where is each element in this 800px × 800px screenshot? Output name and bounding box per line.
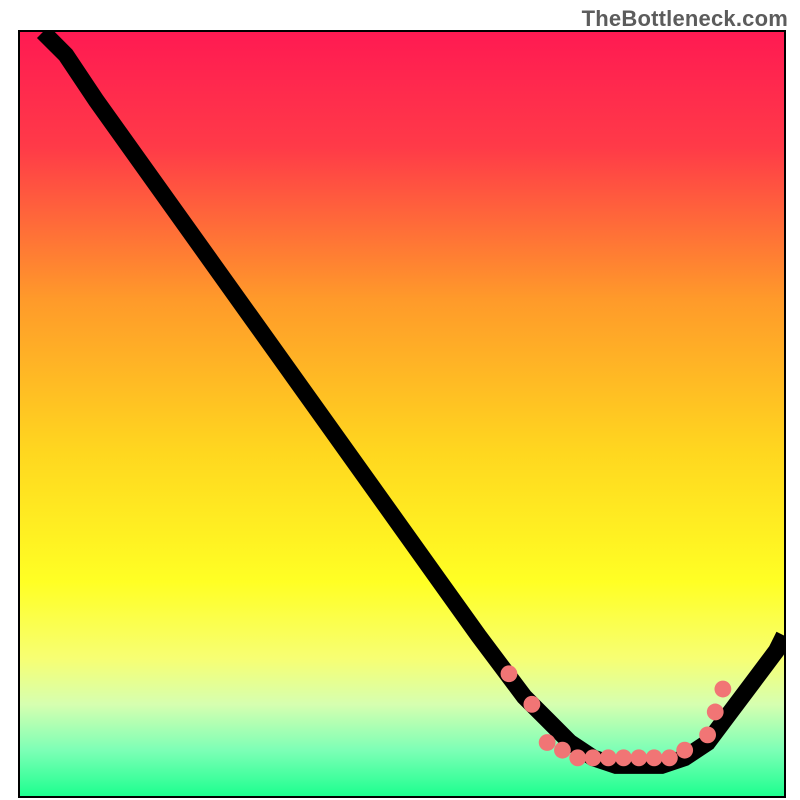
plot-svg xyxy=(20,32,784,796)
data-point xyxy=(707,704,724,721)
plot-area xyxy=(18,30,786,798)
data-point xyxy=(600,749,617,766)
data-point xyxy=(661,749,678,766)
data-point xyxy=(539,734,556,751)
chart-frame: TheBottleneck.com xyxy=(0,0,800,800)
data-point xyxy=(615,749,632,766)
data-point xyxy=(646,749,663,766)
data-point xyxy=(714,681,731,698)
data-point xyxy=(630,749,647,766)
data-point xyxy=(523,696,540,713)
data-point xyxy=(569,749,586,766)
data-point xyxy=(501,665,518,682)
data-point xyxy=(554,742,571,759)
watermark-text: TheBottleneck.com xyxy=(582,6,788,32)
data-point xyxy=(699,726,716,743)
data-point xyxy=(676,742,693,759)
data-point xyxy=(585,749,602,766)
